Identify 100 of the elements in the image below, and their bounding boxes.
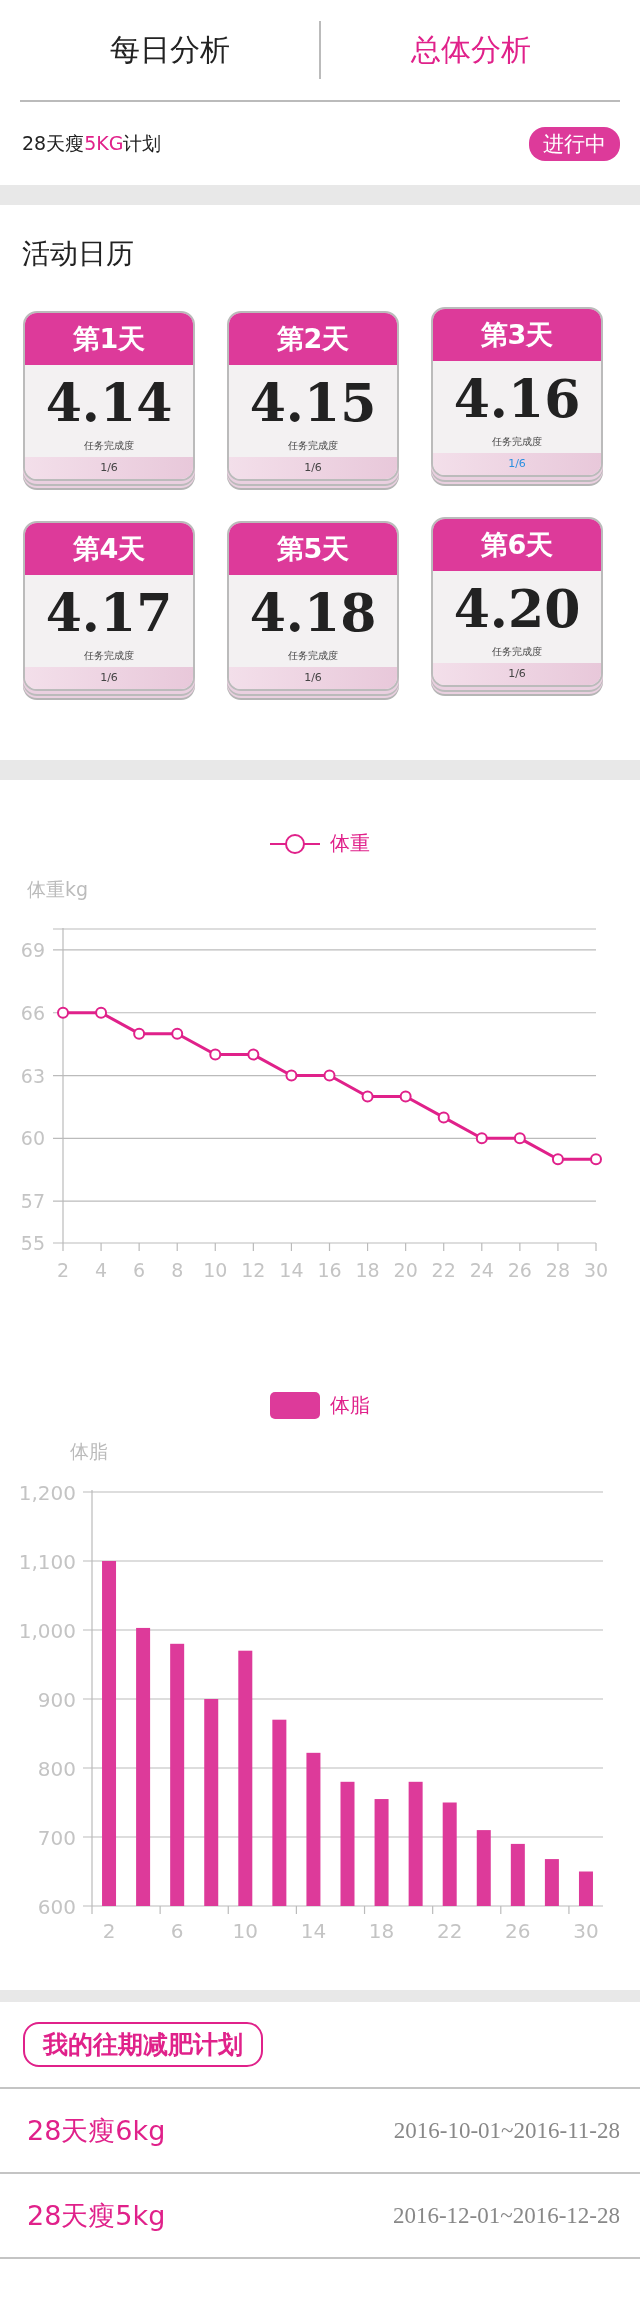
plan-name: 28天瘦5kg xyxy=(27,2198,166,2233)
tick-mark xyxy=(138,1242,140,1252)
plan-name: 28天瘦6kg xyxy=(27,2113,166,2148)
data-point xyxy=(551,1153,564,1166)
day-label: 第1天 xyxy=(25,313,193,365)
tick-mark xyxy=(557,1242,559,1252)
progress-label: 任务完成度 xyxy=(491,435,543,449)
legend-label: 体重 xyxy=(330,830,370,857)
tick-mark xyxy=(159,1905,161,1915)
tick-mark xyxy=(405,1242,407,1252)
tick-mark xyxy=(100,1242,102,1252)
y-tick-label: 63 xyxy=(20,1064,45,1087)
tick-mark xyxy=(432,1905,434,1915)
tick-mark xyxy=(595,1242,597,1252)
progress-value: 1/6 xyxy=(25,457,193,479)
x-tick-label: 18 xyxy=(368,1919,395,1943)
x-tick-label: 30 xyxy=(583,1259,609,1281)
date-number: 4.18 xyxy=(248,583,378,643)
progress-label: 任务完成度 xyxy=(491,645,543,659)
tick-mark xyxy=(328,1242,331,1252)
bar xyxy=(578,1871,593,1906)
date-number: 4.15 xyxy=(248,373,378,433)
tick-mark xyxy=(568,1905,570,1915)
y-tick-label: 1,200 xyxy=(18,1481,76,1505)
date-number: 4.14 xyxy=(44,373,174,433)
bar xyxy=(544,1859,559,1906)
progress-value: 1/6 xyxy=(433,663,601,685)
data-point xyxy=(323,1069,336,1082)
x-tick-label: 26 xyxy=(505,1919,531,1943)
y-tick-label: 900 xyxy=(37,1688,76,1712)
y-tick-label: 1,000 xyxy=(18,1619,76,1643)
tick-mark xyxy=(363,1905,366,1915)
tick-mark xyxy=(295,1905,297,1915)
tick-mark xyxy=(252,1242,254,1252)
progress-label: 任务完成度 xyxy=(83,649,135,663)
y-tick-label: 55 xyxy=(20,1232,45,1254)
progress-label: 任务完成度 xyxy=(83,439,135,453)
x-tick-label: 16 xyxy=(317,1259,342,1281)
x-tick-label: 6 xyxy=(170,1919,184,1943)
y-tick-label: 60 xyxy=(20,1127,45,1150)
y-tick-label: 69 xyxy=(20,938,45,961)
tick-mark xyxy=(481,1242,483,1252)
tick-mark xyxy=(176,1242,178,1252)
tick-mark xyxy=(227,1905,229,1915)
y-tick-label: 66 xyxy=(20,1001,45,1024)
x-tick-label: 22 xyxy=(436,1919,463,1943)
data-point xyxy=(399,1090,412,1103)
x-tick-label: 30 xyxy=(573,1919,599,1943)
y-tick-label: 700 xyxy=(37,1826,76,1850)
x-tick-label: 24 xyxy=(469,1259,494,1281)
tick-mark xyxy=(500,1905,502,1915)
progress-value: 1/6 xyxy=(433,453,601,475)
x-tick-label: 22 xyxy=(431,1259,456,1281)
date-number: 4.20 xyxy=(452,579,582,639)
day-label: 第2天 xyxy=(229,313,397,365)
tick-mark xyxy=(366,1242,369,1252)
x-tick-label: 10 xyxy=(232,1919,259,1943)
tick-mark xyxy=(443,1242,445,1252)
plan-dates: 2016-12-01~2016-12-28 xyxy=(392,2202,620,2229)
day-label: 第5天 xyxy=(229,523,397,575)
tick-mark xyxy=(214,1242,216,1252)
x-tick-label: 28 xyxy=(545,1259,570,1281)
data-point xyxy=(57,1006,69,1019)
progress-value: 1/6 xyxy=(229,667,397,689)
plan-list-item[interactable]: 28天瘦5kg 2016-12-01~2016-12-28 xyxy=(0,2174,640,2259)
tab[interactable]: 总体分析 xyxy=(321,29,620,71)
progress-value: 1/6 xyxy=(229,457,397,479)
tab[interactable]: 每日分析 xyxy=(20,29,319,71)
plan-list-item[interactable]: 28天瘦6kg 2016-10-01~2016-11-28 xyxy=(0,2089,640,2174)
progress-value: 1/6 xyxy=(25,667,193,689)
x-tick-label: 2 xyxy=(102,1919,116,1943)
plan-dates: 2016-10-01~2016-11-28 xyxy=(393,2117,620,2144)
x-tick-label: 14 xyxy=(300,1919,327,1943)
x-tick-label: 26 xyxy=(507,1259,532,1281)
section-title: 活动日历 xyxy=(21,236,135,272)
date-number: 4.17 xyxy=(44,583,174,643)
progress-label: 任务完成度 xyxy=(287,439,339,453)
x-tick-label: 6 xyxy=(133,1259,146,1281)
data-point xyxy=(361,1090,374,1103)
x-tick-label: 8 xyxy=(171,1259,184,1281)
x-tick-label: 14 xyxy=(279,1259,304,1281)
x-tick-label: 2 xyxy=(56,1259,70,1281)
data-point xyxy=(437,1111,450,1124)
day-label: 第6天 xyxy=(433,519,601,571)
section-title: 我的往期减肥计划 xyxy=(23,2022,263,2067)
data-point xyxy=(285,1069,298,1082)
y-tick-label: 800 xyxy=(37,1757,76,1781)
status-badge: 进行中 xyxy=(529,126,620,161)
axis-title: 体重kg xyxy=(26,877,90,902)
y-tick-label: 57 xyxy=(20,1190,45,1213)
data-point xyxy=(590,1153,602,1166)
data-point xyxy=(475,1132,488,1145)
tick-mark xyxy=(290,1242,293,1252)
tick-mark xyxy=(62,1242,64,1252)
plan-title: 28天瘦5KG计划 xyxy=(22,130,162,156)
bar xyxy=(510,1843,525,1906)
day-label: 第4天 xyxy=(25,523,193,575)
data-point xyxy=(133,1027,146,1040)
date-number: 4.16 xyxy=(452,369,582,429)
data-point xyxy=(513,1132,526,1145)
